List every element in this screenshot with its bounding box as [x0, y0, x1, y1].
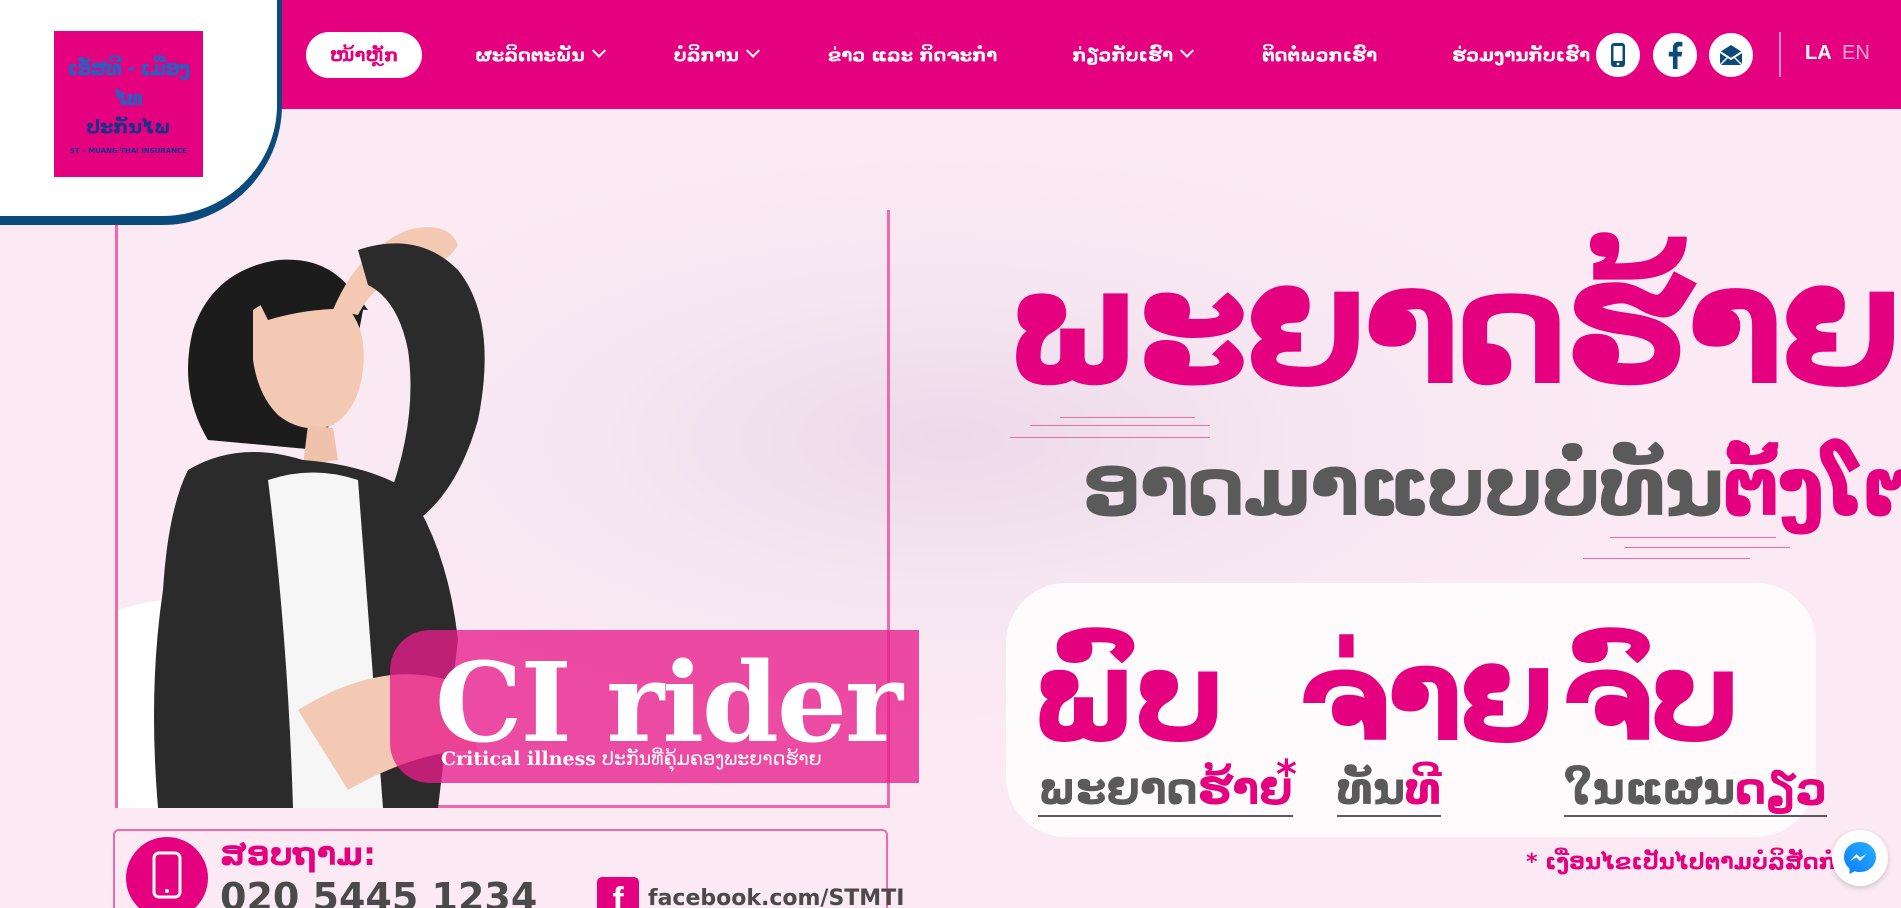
- ci-subtitle-en: Critical illness: [441, 748, 597, 770]
- caption-gray: ພະຍາດ: [1038, 764, 1198, 815]
- caption-pink: ທີ: [1405, 764, 1442, 815]
- facebook-icon: f: [597, 877, 639, 908]
- language-la[interactable]: LA: [1805, 42, 1832, 65]
- chevron-down-icon: [1179, 43, 1195, 58]
- chevron-down-icon: [745, 43, 760, 58]
- facebook-icon: [1668, 41, 1683, 69]
- terms-note: * ເງື່ອນໄຂເປັນໄປຕາມບໍລິສັດກຳນົດ: [1526, 850, 1882, 875]
- chevron-down-icon: [591, 43, 606, 58]
- messenger-chat-button[interactable]: [1832, 830, 1888, 886]
- banner-subheadline: ອາດມາແບບບໍ່ທັນຕັ້ງໂຕ: [1082, 440, 1901, 535]
- decorative-line: [1610, 537, 1776, 538]
- caption-gray: ທັນ: [1337, 764, 1406, 815]
- main-navigation: ໜ້າຫຼັກ ຜະລິດຕະພັນ ບໍລິການ ຂ່າວ ແລະ ກິດຈ…: [306, 32, 1590, 78]
- caption-gray: ໃນແຜນ: [1564, 764, 1736, 815]
- nav-item-label: ຂ່າວ ແລະ ກິດຈະກຳ: [827, 44, 998, 66]
- mobile-app-button[interactable]: [1596, 33, 1640, 77]
- phone-icon-circle: [126, 837, 208, 908]
- email-button[interactable]: [1709, 33, 1753, 77]
- header-divider: [1779, 32, 1781, 77]
- nav-item-label: ຜະລິດຕະພັນ: [475, 44, 585, 66]
- asterisk-mark: *: [1276, 752, 1297, 798]
- slogan-caption-2: ທັນທີ: [1337, 764, 1442, 817]
- nav-item-contact[interactable]: ຕິດຕໍ່ພວກເຮົາ: [1262, 32, 1377, 78]
- subheadline-gray: ອາດມາແບບບໍ່ທັນ: [1082, 440, 1724, 535]
- language-en[interactable]: EN: [1842, 42, 1870, 65]
- nav-item-services[interactable]: ບໍລິການ: [673, 32, 760, 78]
- contact-ask-label: ສອບຖາມ:: [220, 835, 376, 873]
- nav-item-about[interactable]: ກ່ຽວກັບເຮົາ: [1072, 32, 1195, 78]
- ci-subtitle-la: ປະກັນທີ່ຄຸ້ມຄອງພະຍາດຮ້າຍ: [602, 748, 822, 770]
- caption-pink: ດຽວ: [1735, 764, 1828, 815]
- contact-phone-number: 020 5445 1234: [220, 875, 538, 908]
- nav-item-news[interactable]: ຂ່າວ ແລະ ກິດຈະກຳ: [828, 32, 997, 78]
- logo-text-line2: ປະກັນໄພ: [86, 116, 171, 138]
- logo-text-line3: ST – MUANG THAI INSURANCE: [70, 147, 187, 155]
- logo-card: ເອັສທີ - ເມືອງໄທ ປະກັນໄພ ST – MUANG THAI…: [0, 0, 282, 225]
- decorative-line: [1060, 417, 1195, 418]
- decorative-line: [1010, 437, 1210, 438]
- decorative-line: [1583, 558, 1750, 559]
- logo-text-line1: ເອັສທີ - ເມືອງໄທ: [67, 56, 191, 110]
- company-logo[interactable]: ເອັສທີ - ເມືອງໄທ ປະກັນໄພ ST – MUANG THAI…: [54, 31, 203, 177]
- nav-item-label: ບໍລິການ: [673, 44, 739, 66]
- mobile-icon: [1611, 43, 1625, 67]
- phone-icon: [152, 851, 182, 899]
- banner-headline: ພະຍາດຮ້າຍ: [1004, 234, 1901, 421]
- decorative-line: [1625, 547, 1790, 548]
- slogan-word-find: ພົບ: [1030, 625, 1225, 770]
- slogan-word-done: ຈົບ: [1561, 625, 1741, 770]
- facebook-button[interactable]: [1653, 33, 1697, 77]
- nav-item-home[interactable]: ໜ້າຫຼັກ: [306, 32, 423, 78]
- nav-item-label: ກ່ຽວກັບເຮົາ: [1072, 44, 1174, 66]
- slogan-caption-1: ພະຍາດຮ້າຍ: [1038, 765, 1293, 817]
- nav-item-label: ຮ່ວມງານກັບເຮົາ: [1452, 44, 1591, 66]
- nav-item-label: ໜ້າຫຼັກ: [330, 44, 399, 66]
- subheadline-pink: ຕັ້ງໂຕ: [1722, 440, 1901, 535]
- slogan-caption-3: ໃນແຜນດຽວ: [1564, 764, 1828, 817]
- messenger-icon: [1844, 842, 1876, 874]
- nav-item-label: ຕິດຕໍ່ພວກເຮົາ: [1262, 44, 1378, 66]
- slogan-word-pay: ຈ່າຍ: [1298, 625, 1554, 770]
- nav-item-products[interactable]: ຜະລິດຕະພັນ: [475, 32, 606, 78]
- facebook-link[interactable]: facebook.com/STMTI: [648, 886, 904, 908]
- decorative-line: [1030, 425, 1210, 426]
- email-icon: [1719, 45, 1743, 66]
- nav-item-careers[interactable]: ຮ່ວມງານກັບເຮົາ: [1452, 32, 1590, 78]
